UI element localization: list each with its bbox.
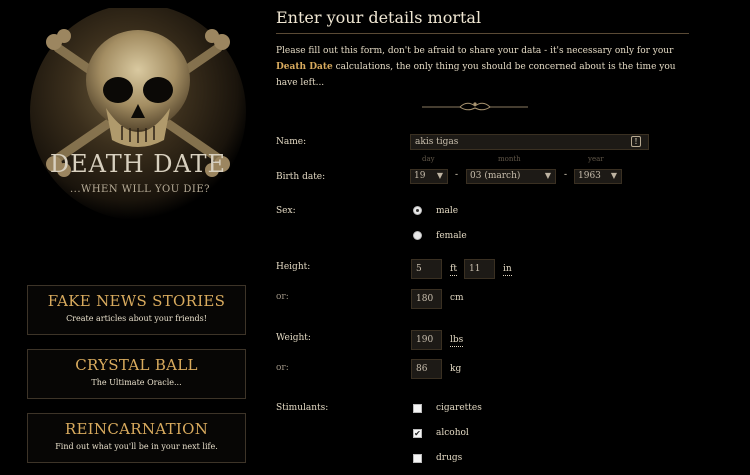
weight-or-label: or: xyxy=(276,363,289,373)
promo-subtitle: Find out what you'll be in your next lif… xyxy=(55,442,218,451)
cm-unit: cm xyxy=(450,293,464,303)
intro-text: Please fill out this form, don't be afra… xyxy=(276,43,676,91)
cigarettes-label: cigarettes xyxy=(436,403,482,413)
chevron-down-icon: ▼ xyxy=(610,171,617,180)
promo-reincarnation[interactable]: REINCARNATION Find out what you'll be in… xyxy=(27,413,246,463)
promo-title: FAKE NEWS STORIES xyxy=(47,292,226,310)
name-label: Name: xyxy=(276,137,307,147)
alcohol-checkbox[interactable]: ✔ xyxy=(413,429,422,438)
page-title: Enter your details mortal xyxy=(276,8,482,27)
death-date-logo[interactable]: DEATH DATE ...WHEN WILL YOU DIE? xyxy=(28,4,252,220)
drugs-checkbox[interactable] xyxy=(413,454,422,463)
kg-unit: kg xyxy=(450,364,462,374)
height-ft-input[interactable] xyxy=(411,259,442,279)
stimulants-label: Stimulants: xyxy=(276,403,329,413)
drugs-label: drugs xyxy=(436,453,463,463)
contact-card-icon[interactable]: ! xyxy=(631,136,641,147)
ft-unit: ft xyxy=(450,264,457,276)
lbs-unit: lbs xyxy=(450,335,464,347)
ornament-divider xyxy=(422,102,528,111)
intro-text-part-1: Please fill out this form, don't be afra… xyxy=(276,46,674,56)
title-divider xyxy=(276,33,689,34)
date-separator: - xyxy=(564,170,568,180)
month-sublabel: month xyxy=(498,155,521,163)
birth-day-value: 19 xyxy=(414,171,426,181)
weight-lbs-input[interactable] xyxy=(411,330,442,350)
sex-label: Sex: xyxy=(276,206,296,216)
logo-title: DEATH DATE xyxy=(50,150,226,178)
promo-crystal-ball[interactable]: CRYSTAL BALL The Ultimate Oracle... xyxy=(27,349,246,399)
height-or-label: or: xyxy=(276,292,289,302)
birth-month-value: 03 (march) xyxy=(470,171,521,181)
chevron-down-icon: ▼ xyxy=(544,171,551,180)
cigarettes-checkbox[interactable] xyxy=(413,404,422,413)
logo-subtitle: ...WHEN WILL YOU DIE? xyxy=(70,184,210,195)
birth-date-label: Birth date: xyxy=(276,172,326,182)
intro-text-part-2: calculations, the only thing you should … xyxy=(276,62,676,88)
sex-male-label: male xyxy=(436,206,459,216)
promo-subtitle: Create articles about your friends! xyxy=(66,314,207,323)
intro-highlight: Death Date xyxy=(276,62,333,72)
birth-year-select[interactable]: 1963 ▼ xyxy=(574,169,622,184)
promo-subtitle: The Ultimate Oracle... xyxy=(91,378,182,387)
birth-day-select[interactable]: 19 ▼ xyxy=(410,169,448,184)
birth-year-value: 1963 xyxy=(578,171,601,181)
birth-month-select[interactable]: 03 (march) ▼ xyxy=(466,169,556,184)
promo-fake-news-stories[interactable]: FAKE NEWS STORIES Create articles about … xyxy=(27,285,246,335)
sex-female-radio[interactable] xyxy=(413,231,422,240)
weight-label: Weight: xyxy=(276,333,311,343)
promo-title: REINCARNATION xyxy=(64,420,209,438)
height-label: Height: xyxy=(276,262,311,272)
height-in-input[interactable] xyxy=(464,259,495,279)
promo-title: CRYSTAL BALL xyxy=(75,356,198,374)
height-cm-input[interactable] xyxy=(411,289,442,309)
sex-male-radio[interactable] xyxy=(413,206,422,215)
day-sublabel: day xyxy=(422,155,435,163)
skull-logo-image: DEATH DATE ...WHEN WILL YOU DIE? xyxy=(30,4,246,220)
in-unit: in xyxy=(503,264,512,276)
alcohol-label: alcohol xyxy=(436,428,469,438)
chevron-down-icon: ▼ xyxy=(436,171,443,180)
weight-kg-input[interactable] xyxy=(411,359,442,379)
date-separator: - xyxy=(455,170,459,180)
year-sublabel: year xyxy=(588,155,604,163)
name-input[interactable] xyxy=(410,134,649,150)
sex-female-label: female xyxy=(436,231,467,241)
